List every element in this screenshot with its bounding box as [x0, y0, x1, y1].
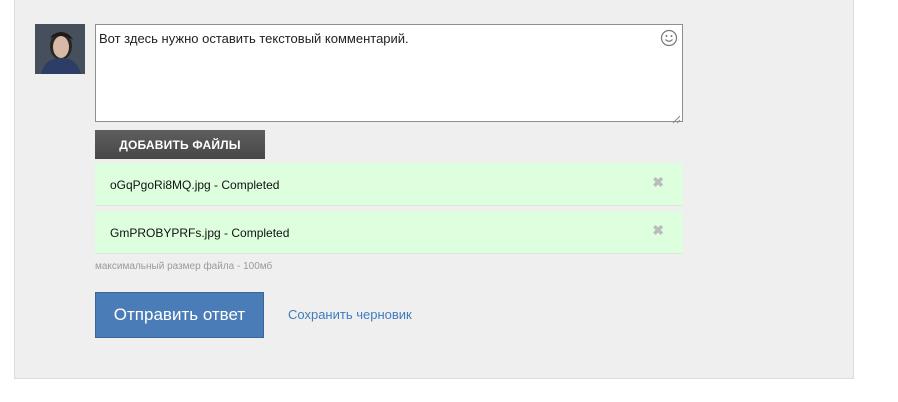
comment-textarea[interactable]: Вот здесь нужно оставить текстовый комме… [95, 24, 683, 124]
file-name: GmPROBYPRFs.jpg - Completed [110, 226, 290, 240]
close-icon[interactable]: ✖ [652, 175, 664, 189]
resize-handle-icon[interactable] [672, 111, 681, 124]
comment-text: Вот здесь нужно оставить текстовый комме… [99, 31, 409, 46]
smiley-icon[interactable] [660, 29, 678, 47]
submit-reply-button[interactable]: Отправить ответ [95, 292, 264, 338]
file-item: oGqPgoRi8MQ.jpg - Completed ✖ [95, 163, 683, 206]
avatar [35, 24, 85, 74]
file-item: GmPROBYPRFs.jpg - Completed ✖ [95, 211, 683, 254]
file-size-hint: максимальный размер файла - 100мб [95, 261, 273, 272]
add-files-button[interactable]: ДОБАВИТЬ ФАЙЛЫ [95, 130, 265, 159]
save-draft-link[interactable]: Сохранить черновик [288, 307, 412, 322]
close-icon[interactable]: ✖ [652, 223, 664, 237]
file-name: oGqPgoRi8MQ.jpg - Completed [110, 178, 280, 192]
